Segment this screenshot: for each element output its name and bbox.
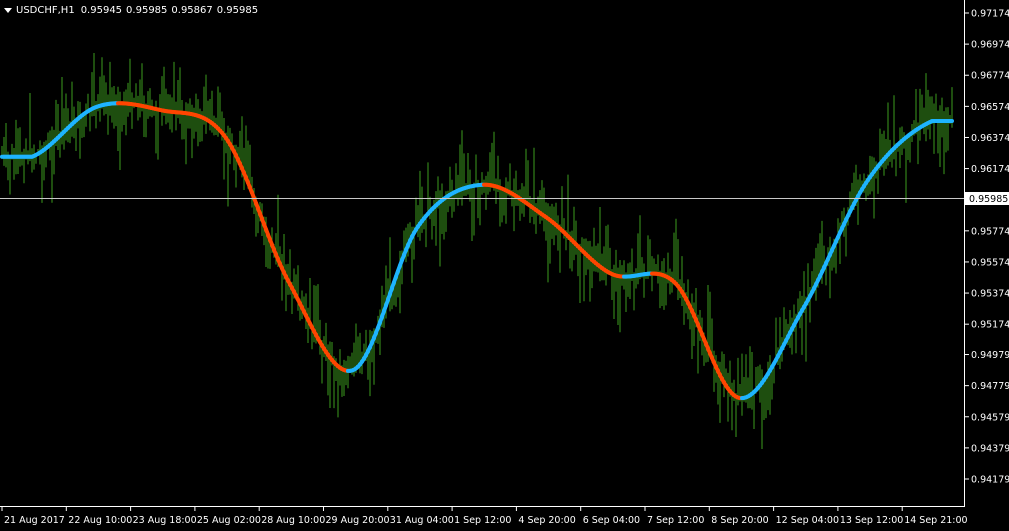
- time-tick-label: 7 Sep 12:00: [647, 515, 704, 526]
- price-tick-label: 0.95574: [971, 257, 1009, 268]
- time-tick-label: 1 Sep 12:00: [454, 515, 511, 526]
- price-tick-label: 0.96974: [971, 40, 1009, 51]
- price-tick-label: 0.96174: [971, 164, 1009, 175]
- time-tick-label: 25 Aug 02:00: [197, 515, 261, 526]
- price-tick-label: 0.94779: [971, 381, 1009, 392]
- price-tick-label: 0.96774: [971, 71, 1009, 82]
- current-price-value: 0.95985: [969, 194, 1008, 205]
- low-price: 0.95867: [171, 4, 213, 16]
- time-tick-label: 14 Sep 21:00: [904, 515, 967, 526]
- time-tick-label: 6 Sep 04:00: [583, 515, 640, 526]
- price-tick-label: 0.94379: [971, 443, 1009, 454]
- symbol-timeframe: USDCHF,H1: [16, 4, 75, 16]
- price-bars: [1, 53, 953, 450]
- time-tick-label: 12 Sep 04:00: [776, 515, 839, 526]
- time-tick-label: 4 Sep 20:00: [518, 515, 575, 526]
- time-tick-label: 8 Sep 20:00: [711, 515, 768, 526]
- time-tick-label: 28 Aug 10:00: [261, 515, 325, 526]
- close-price: 0.95985: [216, 4, 259, 16]
- price-tick-label: 0.96374: [971, 133, 1009, 144]
- moving-average-line: [0, 101, 954, 401]
- price-tick-label: 0.94979: [971, 350, 1009, 361]
- high-price: 0.95985: [126, 4, 168, 16]
- time-tick-label: 13 Sep 12:00: [840, 515, 903, 526]
- time-tick-label: 31 Aug 04:00: [390, 515, 454, 526]
- open-price: 0.95945: [80, 4, 123, 16]
- time-tick-label: 21 Aug 2017: [4, 515, 65, 526]
- dropdown-triangle-icon[interactable]: [4, 8, 12, 13]
- time-tick-label: 22 Aug 10:00: [68, 515, 132, 526]
- price-tick-label: 0.95174: [971, 320, 1009, 331]
- price-tick-label: 0.96574: [971, 102, 1009, 113]
- price-tick-label: 0.95774: [971, 226, 1009, 237]
- time-tick-label: 29 Aug 20:00: [326, 515, 390, 526]
- current-price-label: 0.95985: [965, 191, 1009, 205]
- price-tick-label: 0.95374: [971, 289, 1009, 300]
- price-chart[interactable]: 0.97174 0.96974 0.96774 0.96574 0.96374 0.961…: [0, 0, 1009, 531]
- time-tick-label: 23 Aug 18:00: [133, 515, 197, 526]
- price-tick-label: 0.94579: [971, 412, 1009, 423]
- chart-header: USDCHF,H1 0.95945 0.95985 0.95867 0.9598…: [4, 3, 262, 17]
- price-tick-label: 0.94179: [971, 475, 1009, 486]
- price-axis: 0.97174 0.96974 0.96774 0.96574 0.96374 0.961…: [965, 9, 1009, 486]
- time-axis: 21 Aug 2017 22 Aug 10:00 23 Aug 18:00 25 Au…: [1, 507, 968, 526]
- price-tick-label: 0.97174: [971, 9, 1009, 20]
